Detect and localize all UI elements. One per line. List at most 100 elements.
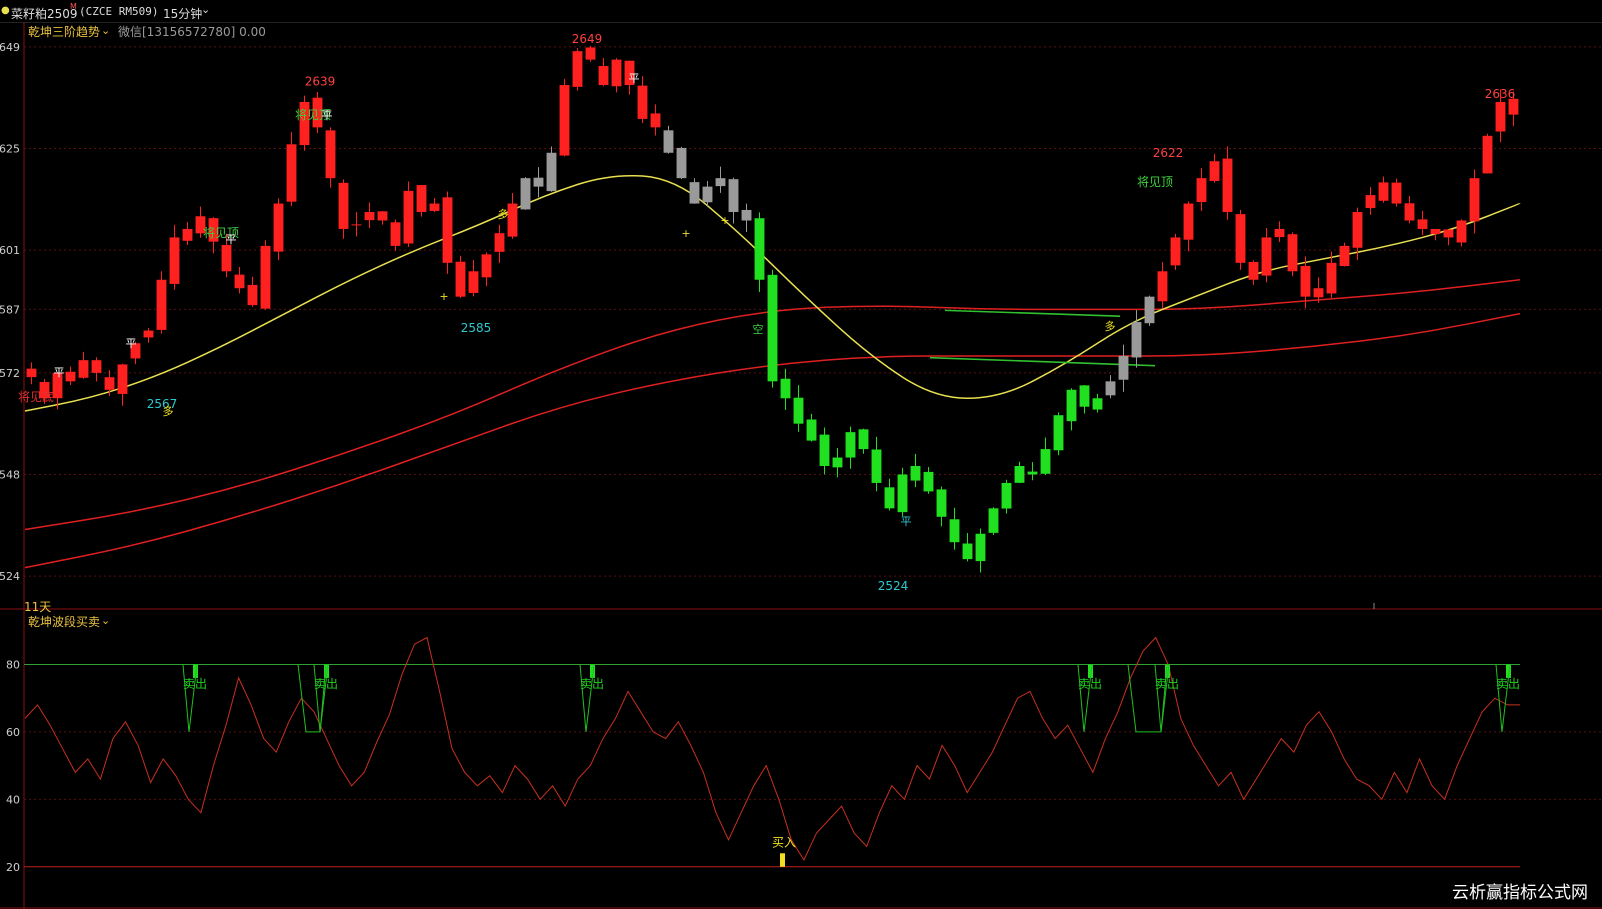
y-tick-label: 2649 bbox=[0, 41, 20, 54]
candle-body-down bbox=[689, 182, 700, 204]
signal-marker: 平 bbox=[901, 515, 912, 528]
candle-body-down bbox=[533, 177, 544, 187]
candle-body-down bbox=[871, 449, 882, 483]
candle-body-down bbox=[26, 368, 37, 378]
price-extreme-label: 2639 bbox=[305, 74, 336, 88]
symbol-dot-icon: ● bbox=[1, 5, 10, 16]
candle-body-up bbox=[832, 457, 843, 468]
osc-y-tick: 40 bbox=[6, 793, 20, 806]
candle-body-down bbox=[1391, 182, 1402, 204]
candle-body-up bbox=[117, 364, 128, 394]
candle-body-up bbox=[481, 254, 492, 278]
candle-body-down bbox=[728, 179, 739, 213]
chevron-down-icon[interactable]: ⌄ bbox=[201, 3, 210, 16]
price-extreme-label: 2622 bbox=[1153, 146, 1184, 160]
y-tick-label: 2524 bbox=[0, 570, 20, 583]
candle-body-up bbox=[897, 474, 908, 513]
candle-body-up bbox=[1131, 322, 1142, 358]
price-extreme-label: 2585 bbox=[461, 321, 492, 335]
signal-marker: + bbox=[439, 290, 448, 303]
candle-body-down bbox=[962, 543, 973, 560]
candle-body-down bbox=[585, 47, 596, 60]
sell-signal-label: 卖出 bbox=[580, 677, 604, 691]
symbol-superscript: M bbox=[70, 2, 77, 11]
candle-body-up bbox=[1066, 389, 1077, 422]
symbol-name[interactable]: 菜籽粕2509 bbox=[11, 5, 78, 22]
candle-body-up bbox=[1378, 182, 1389, 201]
candle-body-up bbox=[1053, 415, 1064, 451]
candle-body-down bbox=[598, 65, 609, 86]
chevron-down-icon[interactable]: ⌄ bbox=[101, 614, 110, 627]
candle-body-up bbox=[1105, 381, 1116, 396]
signal-marker: 平 bbox=[629, 72, 640, 85]
candle-body-up bbox=[1157, 271, 1168, 302]
sell-signal-label: 卖出 bbox=[1155, 677, 1179, 691]
candle-body-up bbox=[156, 279, 167, 330]
candle-body-down bbox=[1417, 219, 1428, 229]
candle-body-up bbox=[975, 533, 986, 562]
y-tick-label: 2601 bbox=[0, 244, 20, 257]
signal-marker: 多 bbox=[1105, 319, 1116, 333]
buy-signal-label: 买入 bbox=[772, 836, 796, 850]
y-tick-label: 2548 bbox=[0, 468, 20, 481]
candle-body-up bbox=[429, 203, 440, 211]
candle-body-down bbox=[442, 197, 453, 263]
candle-body-up bbox=[1183, 203, 1194, 240]
candle-body-up bbox=[1196, 178, 1207, 203]
candle-body-down bbox=[234, 274, 245, 289]
candle-body-up bbox=[1352, 212, 1363, 248]
candle-body-down bbox=[221, 244, 232, 272]
lower-indicator-name[interactable]: 乾坤波段买卖 bbox=[28, 613, 100, 630]
candle-body-up bbox=[1469, 178, 1480, 222]
candle-body-up bbox=[364, 212, 375, 221]
candle-body-up bbox=[260, 245, 271, 309]
candle-body-up bbox=[1209, 161, 1220, 181]
candle-body-up bbox=[1170, 237, 1181, 266]
signal-marker: 将见顶 bbox=[1137, 175, 1173, 189]
candle-body-up bbox=[546, 152, 557, 192]
candle-body-down bbox=[663, 130, 674, 153]
candle-body-up bbox=[468, 271, 479, 293]
candle-body-up bbox=[1313, 288, 1324, 298]
candle-body-down bbox=[858, 429, 869, 450]
signal-marker: + bbox=[681, 227, 690, 240]
candle-body-down bbox=[754, 218, 765, 280]
sell-signal-label: 卖出 bbox=[1078, 677, 1102, 691]
candle-body-down bbox=[91, 360, 102, 373]
chart-canvas[interactable]: 2649 2625 2601 2587 2572 2548 2524 2649 2639 2622… bbox=[0, 22, 1602, 909]
chart-title-bar: ● 菜籽粕2509 M (CZCE RM509) 15分钟 ⌄ bbox=[0, 0, 1602, 23]
candle-body-up bbox=[1014, 466, 1025, 483]
symbol-code: (CZCE RM509) bbox=[79, 5, 159, 18]
period-selector[interactable]: 15分钟 bbox=[163, 5, 202, 22]
candle-body-up bbox=[507, 203, 518, 237]
osc-y-tick: 80 bbox=[6, 658, 20, 671]
candle-body-up bbox=[845, 432, 856, 458]
candle-body-up bbox=[169, 237, 180, 284]
signal-marker: 多 bbox=[498, 207, 509, 221]
candle-body-up bbox=[494, 233, 505, 252]
osc-green-segment bbox=[297, 664, 327, 733]
candle-body-down bbox=[325, 130, 336, 179]
candle-body-up bbox=[78, 360, 89, 378]
osc-y-tick: 20 bbox=[6, 861, 20, 874]
candle-body-up bbox=[1092, 398, 1103, 410]
candle-body-down bbox=[390, 222, 401, 246]
sell-signal-label: 卖出 bbox=[314, 677, 338, 691]
candle-body-up bbox=[520, 178, 531, 210]
candle-body-up bbox=[1261, 237, 1272, 276]
candle-body-down bbox=[338, 182, 349, 229]
candle-body-down bbox=[247, 284, 258, 306]
watermark: 云析赢指标公式网 bbox=[1446, 876, 1594, 905]
candle-body-down bbox=[455, 261, 466, 297]
oscillator-line bbox=[24, 636, 1520, 862]
candle-body-down bbox=[1222, 158, 1233, 213]
candle-body-up bbox=[1326, 262, 1337, 294]
candle-body-up bbox=[1365, 195, 1376, 209]
candle-body-down bbox=[1235, 214, 1246, 263]
candle-body-up bbox=[1339, 245, 1350, 267]
y-tick-label: 2572 bbox=[0, 367, 20, 380]
sell-signal-label: 卖出 bbox=[183, 677, 207, 691]
candle-body-down bbox=[416, 185, 427, 213]
signal-marker: 平 bbox=[54, 366, 65, 379]
candle-body-up bbox=[611, 59, 622, 87]
